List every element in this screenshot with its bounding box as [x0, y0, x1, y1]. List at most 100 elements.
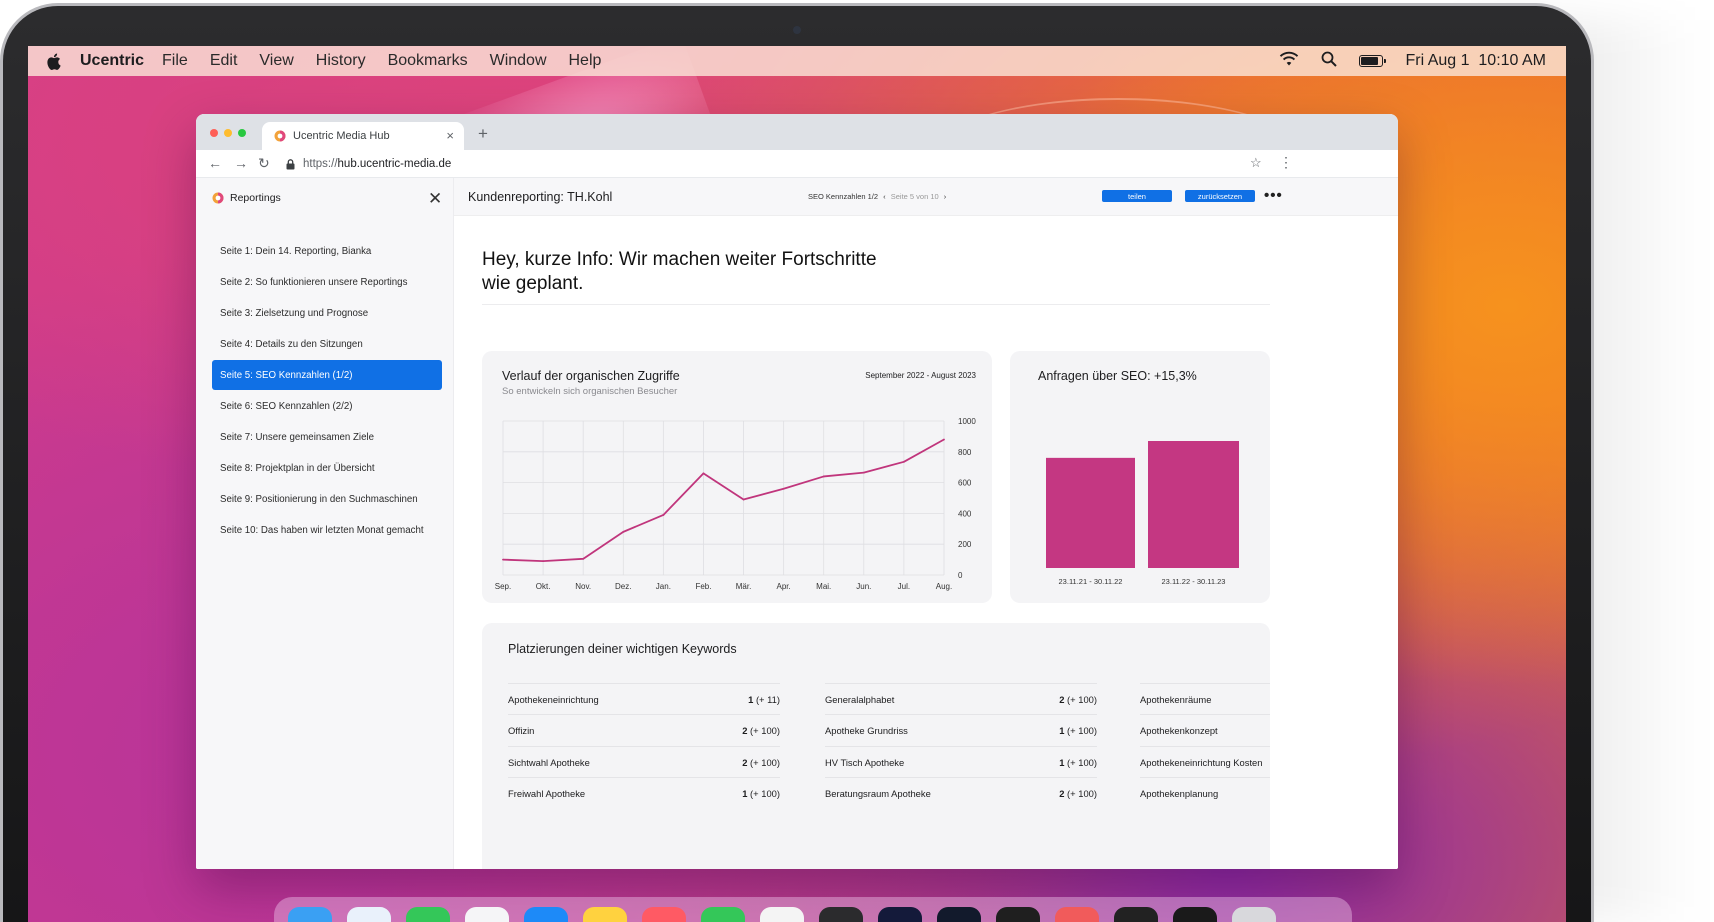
sidebar-page-list: Seite 1: Dein 14. Reporting, Bianka Seit…	[212, 236, 442, 546]
sidebar-item-seite-10[interactable]: Seite 10: Das haben wir letzten Monat ge…	[212, 515, 442, 545]
sidebar-item-seite-6[interactable]: Seite 6: SEO Kennzahlen (2/2)	[212, 391, 442, 421]
clock[interactable]: Fri Aug 1 10:10 AM	[1405, 52, 1546, 70]
appstore-icon[interactable]	[524, 907, 568, 922]
facetime-icon[interactable]	[701, 907, 745, 922]
headline-divider	[482, 304, 1270, 305]
keyword-rank: 2 (+ 100)	[742, 756, 780, 768]
keyword-name: Apothekenräume	[1140, 693, 1212, 705]
wifi-icon[interactable]	[1279, 51, 1299, 71]
keywords-title: Platzierungen deiner wichtigen Keywords	[508, 642, 737, 656]
share-button[interactable]: teilen	[1102, 190, 1172, 202]
sidebar-item-seite-7[interactable]: Seite 7: Unsere gemeinsamen Ziele	[212, 422, 442, 452]
app-icon[interactable]	[1232, 907, 1276, 922]
minimize-window-button[interactable]	[224, 129, 232, 137]
data-point	[622, 530, 625, 533]
app-icon[interactable]	[1114, 907, 1158, 922]
new-tab-button[interactable]: +	[478, 124, 488, 144]
keyword-row: HV Tisch Apotheke 1 (+ 100)	[825, 746, 1097, 777]
music-icon[interactable]	[760, 907, 804, 922]
app-icon[interactable]	[937, 907, 981, 922]
keyword-name: Generalalphabet	[825, 693, 895, 705]
keyword-rank: 1 (+ 100)	[1059, 756, 1097, 768]
app-icon[interactable]	[1173, 907, 1217, 922]
messages-icon[interactable]	[406, 907, 450, 922]
keyword-rank: 1 (+ 100)	[1059, 724, 1097, 736]
sidebar-item-seite-8[interactable]: Seite 8: Projektplan in der Übersicht	[212, 453, 442, 483]
data-point	[662, 514, 665, 516]
sidebar-close-icon[interactable]: ✕	[428, 190, 442, 207]
x-tick-label: Aug.	[936, 582, 952, 591]
keyword-name: Beratungsraum Apotheke	[825, 787, 931, 799]
keyword-row: Apothekenplanung	[1140, 777, 1270, 808]
app-icon[interactable]	[878, 907, 922, 922]
safari-icon[interactable]	[347, 907, 391, 922]
address-bar[interactable]: https://hub.ucentric-media.de	[286, 154, 1301, 174]
keyword-name: Freiwahl Apotheke	[508, 787, 586, 799]
sidebar-item-seite-4[interactable]: Seite 4: Details zu den Sitzungen	[212, 329, 442, 359]
sidebar-item-seite-1[interactable]: Seite 1: Dein 14. Reporting, Bianka	[212, 236, 442, 266]
tab-close-icon[interactable]: ×	[446, 128, 454, 143]
keyword-row: Freiwahl Apotheke 1 (+ 100)	[508, 777, 780, 808]
data-point	[502, 558, 504, 561]
app-icon[interactable]	[819, 907, 863, 922]
x-tick-label: Dez.	[615, 582, 631, 591]
page-pager: SEO Kennzahlen 1/2 ‹ Seite 5 von 10 ›	[808, 192, 946, 201]
data-point	[542, 560, 544, 563]
menu-bookmarks[interactable]: Bookmarks	[388, 52, 468, 70]
app-menu[interactable]: Ucentric	[80, 52, 144, 70]
data-point	[782, 487, 785, 490]
menu-edit[interactable]: Edit	[210, 52, 238, 70]
url-scheme: https://	[303, 158, 338, 170]
sidebar-item-seite-9[interactable]: Seite 9: Positionierung in den Suchmasch…	[212, 484, 442, 514]
y-tick-label: 400	[958, 509, 972, 518]
menu-window[interactable]: Window	[490, 52, 547, 70]
sidebar-item-seite-3[interactable]: Seite 3: Zielsetzung und Prognose	[212, 298, 442, 328]
menu-help[interactable]: Help	[569, 52, 602, 70]
photos-icon[interactable]	[465, 907, 509, 922]
keyword-name: Apothekeneinrichtung	[508, 693, 599, 705]
data-point	[862, 471, 865, 474]
lock-icon	[286, 158, 296, 170]
keyword-name: HV Tisch Apotheke	[825, 756, 905, 768]
x-tick-label: Feb.	[695, 582, 711, 591]
x-tick-label: Nov.	[575, 582, 591, 591]
zoom-window-button[interactable]	[238, 129, 246, 137]
notes-icon[interactable]	[583, 907, 627, 922]
tab-ucentric-media-hub[interactable]: Ucentric Media Hub ×	[262, 122, 464, 150]
sidebar-item-seite-2[interactable]: Seite 2: So funktionieren unsere Reporti…	[212, 267, 442, 297]
report-headline: Hey, kurze Info: Wir machen weiter Forts…	[482, 249, 877, 294]
keyword-row: Apothekenräume	[1140, 683, 1270, 714]
more-options-icon[interactable]: •••	[1264, 187, 1283, 204]
search-icon[interactable]	[1321, 51, 1338, 72]
url-host: hub.ucentric-media.de	[337, 158, 452, 170]
keyword-rank: 2 (+ 100)	[1059, 787, 1097, 799]
data-point	[742, 498, 745, 501]
reload-icon[interactable]: ↻	[258, 155, 270, 172]
browser-menu-icon[interactable]: ⋮	[1279, 154, 1293, 171]
menu-history[interactable]: History	[316, 52, 366, 70]
menu-view[interactable]: View	[259, 52, 293, 70]
back-icon[interactable]: ←	[208, 155, 222, 171]
close-window-button[interactable]	[210, 129, 218, 137]
news-icon[interactable]	[642, 907, 686, 922]
apple-icon[interactable]	[46, 53, 66, 70]
x-tick-label: Apr.	[777, 582, 791, 591]
ucentric-logo-icon	[212, 192, 224, 204]
keyword-name: Offizin	[508, 724, 535, 736]
menubar: Ucentric File Edit View History Bookmark…	[28, 46, 1566, 76]
report-content: Kundenreporting: TH.Kohl SEO Kennzahlen …	[454, 178, 1398, 869]
pager-prev-icon[interactable]: ‹	[883, 192, 886, 201]
keyword-row: Apothekeneinrichtung 1 (+ 11)	[508, 683, 780, 714]
y-tick-label: 0	[958, 571, 963, 580]
app-icon[interactable]	[996, 907, 1040, 922]
finder-icon[interactable]	[288, 907, 332, 922]
forward-icon[interactable]: →	[234, 155, 248, 171]
sidebar-item-seite-5[interactable]: Seite 5: SEO Kennzahlen (1/2)	[212, 360, 442, 390]
bookmark-star-icon[interactable]: ☆	[1250, 155, 1262, 171]
menu-file[interactable]: File	[162, 52, 188, 70]
reset-button[interactable]: zurücksetzen	[1185, 190, 1255, 202]
pager-next-icon[interactable]: ›	[944, 192, 947, 201]
app-icon[interactable]	[1055, 907, 1099, 922]
battery-icon[interactable]	[1359, 55, 1387, 67]
pager-page-indicator: Seite 5 von 10	[890, 192, 939, 201]
